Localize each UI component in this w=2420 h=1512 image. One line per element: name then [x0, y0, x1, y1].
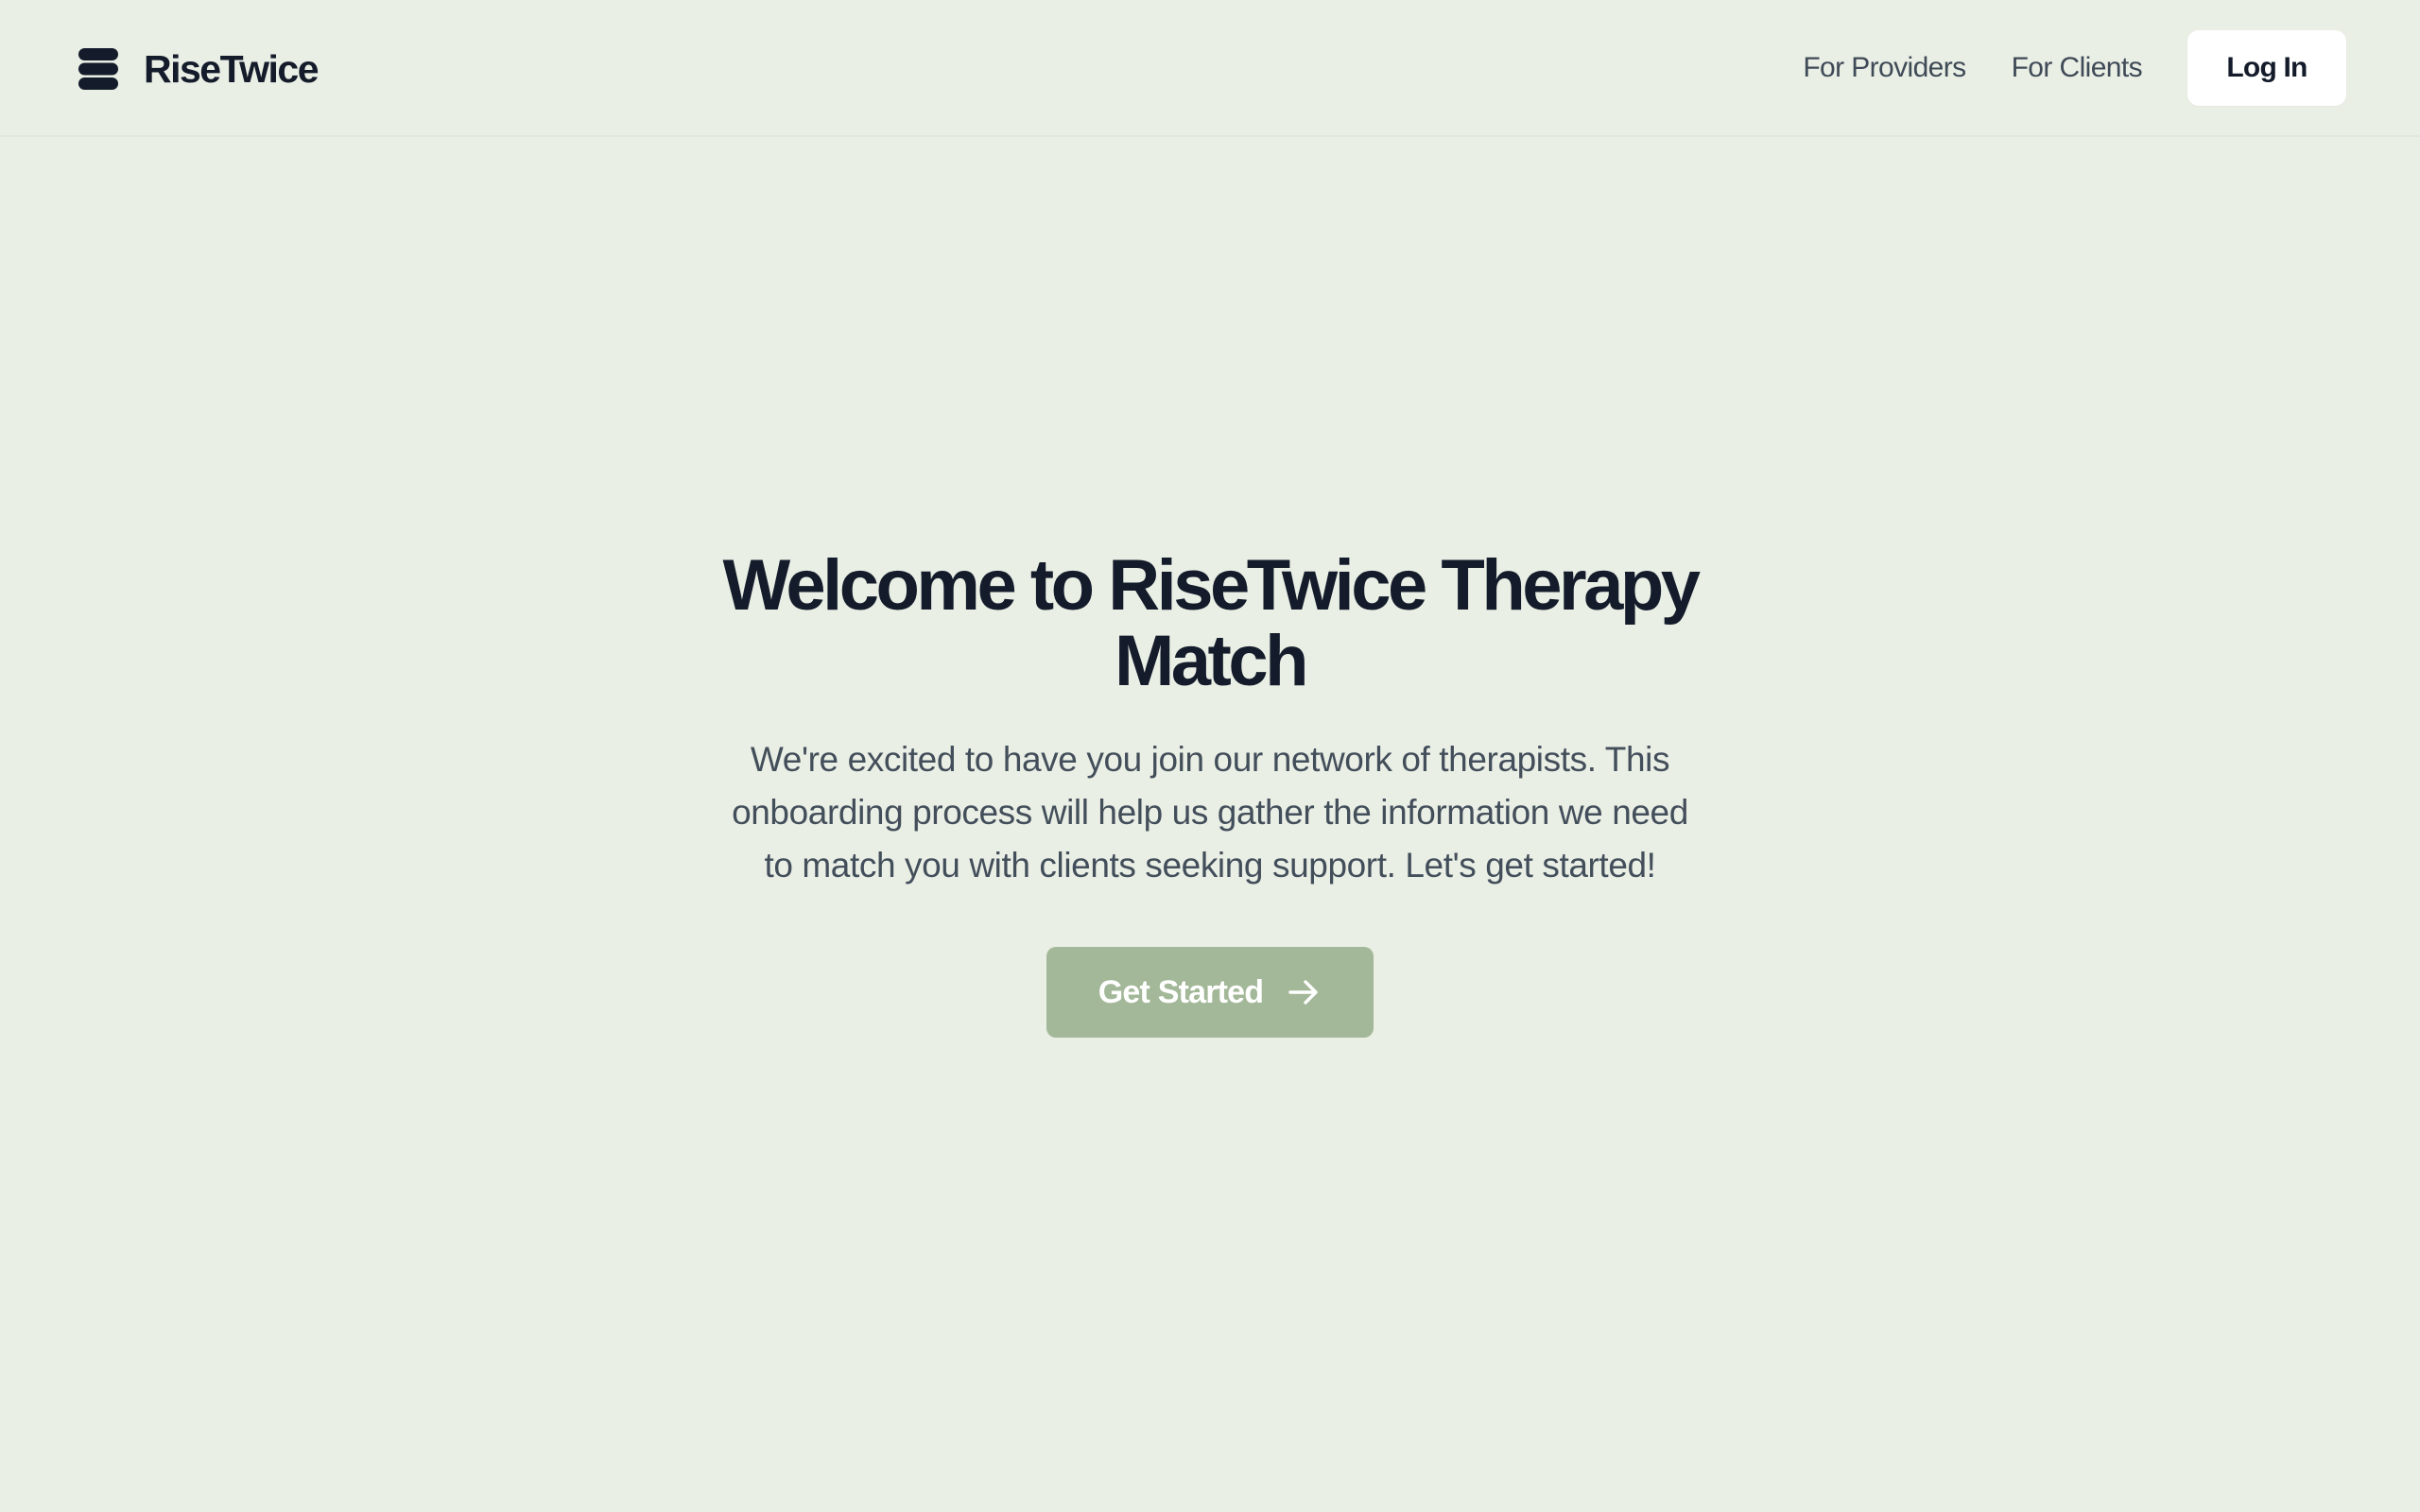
top-navigation-bar: RiseTwice For Providers For Clients Log … — [0, 0, 2420, 137]
arrow-right-icon — [1288, 980, 1318, 1005]
nav-link-for-providers[interactable]: For Providers — [1803, 52, 1966, 84]
hero-section: Welcome to RiseTwice Therapy Match We're… — [643, 548, 1777, 1038]
get-started-label: Get Started — [1098, 973, 1264, 1010]
hero-description: We're excited to have you join our netwo… — [732, 740, 1688, 885]
brand-logo-link[interactable]: RiseTwice — [78, 36, 320, 102]
page-title: Welcome to RiseTwice Therapy Match — [722, 545, 1701, 701]
stacked-layers-icon — [78, 48, 118, 90]
nav-link-for-clients[interactable]: For Clients — [2012, 52, 2143, 84]
get-started-button[interactable]: Get Started — [1046, 947, 1374, 1038]
main-nav: For Providers For Clients Log In — [1803, 30, 2346, 106]
login-button[interactable]: Log In — [2187, 30, 2346, 106]
brand-name: RiseTwice — [144, 46, 320, 91]
